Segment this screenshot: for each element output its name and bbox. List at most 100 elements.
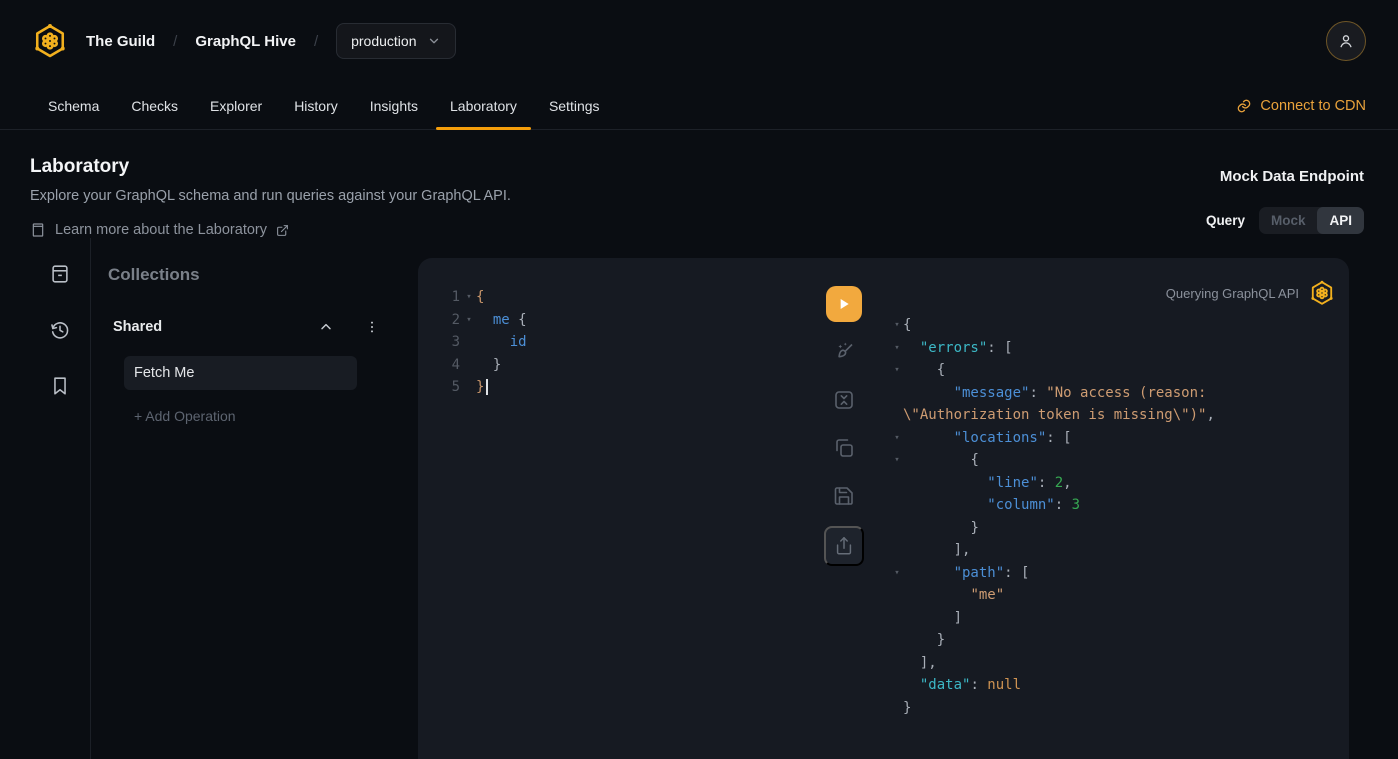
fold-toggle-icon[interactable]: ▾ xyxy=(891,365,903,375)
response-code-line: \"Authorization token is missing\")", xyxy=(891,404,1335,427)
add-operation-button[interactable]: + Add Operation xyxy=(134,408,418,424)
endpoint-controls: Mock Data Endpoint Query Mock API xyxy=(1206,156,1364,238)
link-icon xyxy=(1236,98,1252,114)
response-code-line: ▾ "path": [ xyxy=(891,562,1335,585)
fold-toggle-icon[interactable]: ▾ xyxy=(462,315,476,325)
user-icon xyxy=(1337,32,1355,50)
target-selector-button[interactable]: production xyxy=(336,23,455,59)
line-number: 1 xyxy=(450,289,460,305)
page-header-left: Laboratory Explore your GraphQL schema a… xyxy=(30,156,511,238)
fold-toggle-icon[interactable]: ▾ xyxy=(891,320,903,330)
target-selector-value: production xyxy=(351,33,416,49)
query-label: Query xyxy=(1206,213,1245,228)
response-code-line: ], xyxy=(891,652,1335,675)
breadcrumb-separator: / xyxy=(314,33,318,50)
fold-toggle-icon[interactable]: ▾ xyxy=(462,292,476,302)
breadcrumb-org[interactable]: The Guild xyxy=(86,33,155,50)
query-code-line: 2▾ me { xyxy=(450,309,814,332)
endpoint-option-api[interactable]: API xyxy=(1317,207,1364,234)
line-number: 4 xyxy=(450,357,460,373)
user-avatar[interactable] xyxy=(1326,21,1366,61)
tab-insights[interactable]: Insights xyxy=(354,82,434,129)
save-operation-icon[interactable] xyxy=(832,484,856,508)
share-operation-button[interactable] xyxy=(824,526,864,566)
tab-explorer[interactable]: Explorer xyxy=(194,82,278,129)
response-status: Querying GraphQL API xyxy=(891,280,1335,306)
response-code-line: ▾ { xyxy=(891,359,1335,382)
kebab-menu-icon xyxy=(364,319,380,335)
collection-group-shared[interactable]: Shared xyxy=(113,319,380,335)
response-code-line: ] xyxy=(891,607,1335,630)
editor-toolbar xyxy=(814,258,874,759)
top-bar: The Guild / GraphQL Hive / production xyxy=(0,0,1398,82)
response-code-line: ▾ "locations": [ xyxy=(891,427,1335,450)
learn-more-label: Learn more about the Laboratory xyxy=(55,222,267,238)
fold-toggle-icon[interactable]: ▾ xyxy=(891,568,903,578)
collection-group-label: Shared xyxy=(113,319,162,335)
response-code-line: "me" xyxy=(891,584,1335,607)
chevron-down-icon xyxy=(427,34,441,48)
text-cursor xyxy=(486,379,488,395)
query-editor[interactable]: 1▾{2▾ me {3 id4 }5} xyxy=(418,258,814,759)
fold-toggle-icon[interactable]: ▾ xyxy=(891,343,903,353)
line-number: 2 xyxy=(450,312,460,328)
breadcrumb-project[interactable]: GraphQL Hive xyxy=(195,33,296,50)
response-viewer[interactable]: Querying GraphQL API ▾{▾ "errors": [▾ { … xyxy=(874,258,1349,759)
plugin-rail xyxy=(30,238,90,759)
fold-toggle-icon[interactable]: ▾ xyxy=(891,433,903,443)
merge-fragments-icon[interactable] xyxy=(832,388,856,412)
fold-toggle-icon[interactable]: ▾ xyxy=(891,455,903,465)
collections-panel: Collections Shared Fetch Me + Add Operat… xyxy=(90,238,418,759)
copy-query-icon[interactable] xyxy=(832,436,856,460)
share-icon xyxy=(833,535,855,557)
learn-more-link[interactable]: Learn more about the Laboratory xyxy=(30,222,511,238)
project-tabs: Schema Checks Explorer History Insights … xyxy=(0,82,1398,130)
response-code-line: "message": "No access (reason: xyxy=(891,382,1335,405)
line-number: 5 xyxy=(450,379,460,395)
tab-schema[interactable]: Schema xyxy=(32,82,115,129)
query-code-line: 5} xyxy=(450,376,814,399)
tab-checks[interactable]: Checks xyxy=(115,82,194,129)
response-code-line: "line": 2, xyxy=(891,472,1335,495)
response-code-line: "column": 3 xyxy=(891,494,1335,517)
chevron-up-icon xyxy=(318,319,334,335)
breadcrumb: The Guild / GraphQL Hive / production xyxy=(32,23,456,59)
line-number: 3 xyxy=(450,334,460,350)
app-root: The Guild / GraphQL Hive / production Sc… xyxy=(0,0,1398,759)
connect-to-cdn-label: Connect to CDN xyxy=(1260,98,1366,114)
mock-endpoint-title: Mock Data Endpoint xyxy=(1220,168,1364,185)
execute-query-button[interactable] xyxy=(826,286,862,322)
page-header: Laboratory Explore your GraphQL schema a… xyxy=(0,130,1398,238)
play-icon xyxy=(836,296,852,312)
graphiql-panel: 1▾{2▾ me {3 id4 }5} xyxy=(418,258,1349,759)
response-json: ▾{▾ "errors": [▾ { "message": "No access… xyxy=(891,314,1335,719)
hive-logo-icon xyxy=(1309,280,1335,306)
laboratory-main: Collections Shared Fetch Me + Add Operat… xyxy=(0,238,1398,759)
prettify-query-icon[interactable] xyxy=(832,340,856,364)
tab-laboratory[interactable]: Laboratory xyxy=(434,82,533,129)
response-code-line: } xyxy=(891,697,1335,720)
response-code-line: ▾{ xyxy=(891,314,1335,337)
page-subtitle: Explore your GraphQL schema and run quer… xyxy=(30,188,511,204)
collapse-group-button[interactable] xyxy=(318,319,334,335)
response-code-line: ▾ { xyxy=(891,449,1335,472)
query-code-line: 4 } xyxy=(450,354,814,377)
response-code-line: } xyxy=(891,629,1335,652)
response-code-line: "data": null xyxy=(891,674,1335,697)
response-code-line: ], xyxy=(891,539,1335,562)
endpoint-toggle: Mock API xyxy=(1259,207,1364,234)
connect-to-cdn-button[interactable]: Connect to CDN xyxy=(1236,82,1366,129)
operation-item-fetch-me[interactable]: Fetch Me xyxy=(124,356,357,390)
collections-heading: Collections xyxy=(108,265,418,285)
response-code-line: } xyxy=(891,517,1335,540)
hive-logo-icon[interactable] xyxy=(32,23,68,59)
tab-history[interactable]: History xyxy=(278,82,354,129)
response-code-line: ▾ "errors": [ xyxy=(891,337,1335,360)
collections-plugin-icon[interactable] xyxy=(49,263,71,285)
tab-settings[interactable]: Settings xyxy=(533,82,616,129)
operation-label: Fetch Me xyxy=(134,365,194,381)
endpoint-option-mock[interactable]: Mock xyxy=(1259,207,1318,234)
history-plugin-icon[interactable] xyxy=(49,319,71,341)
group-menu-button[interactable] xyxy=(364,319,380,335)
bookmark-plugin-icon[interactable] xyxy=(49,375,71,397)
